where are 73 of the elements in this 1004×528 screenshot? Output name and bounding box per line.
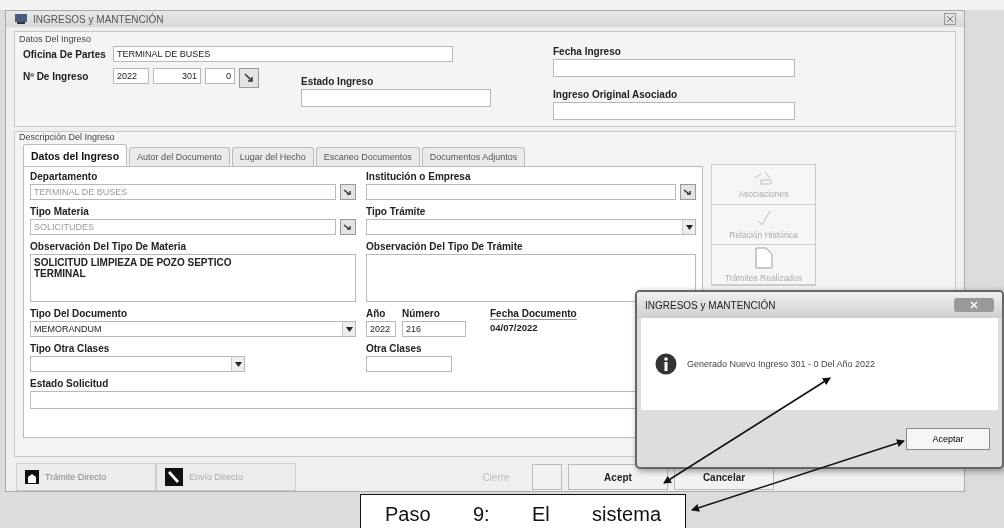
app-icon	[14, 13, 28, 25]
dialog-message: Generado Nuevo Ingreso 301 - 0 Del Año 2022	[687, 359, 876, 369]
arrow-icon	[243, 72, 255, 84]
arrow-icon	[343, 222, 353, 232]
field-label: Institución o Empresa	[366, 171, 472, 182]
field-label: Tipo Del Documento	[30, 308, 129, 319]
search-button[interactable]	[239, 68, 259, 88]
lookup-button[interactable]	[680, 184, 696, 200]
field-label: Ingreso Original Asociado	[553, 89, 679, 100]
arrow-icon	[343, 187, 353, 197]
dropdown-arrow-button[interactable]	[231, 357, 244, 371]
field-label: Observación Del Tipo De Trámite	[366, 241, 524, 252]
field-label: Oficina De Partes	[23, 48, 107, 60]
field-label: Departamento	[30, 171, 99, 182]
field-label: Observación Del Tipo De Materia	[30, 241, 187, 252]
house-icon	[25, 470, 39, 484]
text-field[interactable]: 2022	[366, 321, 396, 337]
dropdown-field[interactable]	[30, 356, 245, 372]
dialog-title: INGRESOS y MANTENCIÓN	[645, 299, 777, 311]
text-field[interactable]: 216	[402, 321, 466, 337]
callout-box: Paso 9: El sistema	[360, 494, 686, 528]
document-icon	[753, 246, 774, 270]
caret-icon	[345, 326, 353, 332]
text-area[interactable]	[366, 254, 696, 302]
tab[interactable]: Documentos Adjuntos	[421, 147, 526, 166]
dropdown-arrow-button[interactable]	[682, 220, 695, 234]
field-label: Estado Solicitud	[30, 378, 110, 389]
dropdown-arrow-button[interactable]	[342, 322, 355, 336]
close-button[interactable]	[954, 298, 994, 312]
group-title: Descripción Del Ingreso	[19, 132, 116, 142]
field-label: Número	[402, 308, 441, 319]
field-label: Otra Clases	[366, 343, 423, 354]
text-field[interactable]	[366, 356, 452, 372]
text-area[interactable]: SOLICITUD LIMPIEZA DE POZO SEPTICO TERMINAL	[30, 254, 356, 302]
caret-icon	[685, 224, 693, 230]
check-icon	[755, 209, 772, 227]
date-value: 04/07/2022	[490, 322, 539, 333]
field-label: Tipo Otra Clases	[30, 343, 111, 354]
text-field[interactable]	[366, 184, 677, 200]
dropdown-field[interactable]	[366, 219, 696, 235]
lookup-button[interactable]	[340, 219, 356, 235]
tab[interactable]: Lugar del Hecho	[231, 147, 314, 166]
pen-icon	[165, 468, 183, 486]
text-field[interactable]	[301, 89, 491, 107]
field-label: Estado Ingreso	[301, 76, 375, 87]
tab[interactable]: Autor del Documento	[129, 147, 230, 166]
tab[interactable]: Datos del Ingreso	[23, 144, 128, 166]
arrow-icon	[683, 187, 694, 197]
field-label: Fecha Documento	[490, 308, 577, 320]
text-field[interactable]: TERMINAL DE BUSES	[113, 46, 453, 62]
field-label: Fecha Ingreso	[553, 46, 622, 57]
window-title: INGRESOS y MANTENCIÓN	[33, 13, 164, 25]
field-label: Tipo Materia	[30, 206, 90, 217]
ok-button[interactable]: Aceptar	[906, 427, 990, 450]
number-field[interactable]: 2022	[113, 68, 149, 84]
group-title: Datos Del Ingreso	[19, 34, 93, 44]
text-field[interactable]	[553, 59, 795, 77]
info-icon	[655, 353, 677, 375]
close-icon	[970, 301, 978, 309]
field-label: Tipo Trámite	[366, 206, 427, 217]
action-button[interactable]: Acept	[568, 464, 668, 490]
tab[interactable]: Escaneo Documentos	[315, 147, 420, 166]
close-icon[interactable]	[944, 13, 956, 25]
field-label: Año	[366, 308, 387, 319]
action-button[interactable]	[532, 464, 562, 490]
caret-icon	[234, 361, 242, 367]
field-label: Nº De Ingreso	[23, 71, 90, 82]
dropdown-field[interactable]: MEMORANDUM	[30, 321, 356, 337]
number-field[interactable]: 301	[153, 68, 201, 84]
link-icon	[752, 170, 775, 186]
lookup-button[interactable]	[340, 184, 356, 200]
text-field[interactable]	[553, 102, 795, 120]
number-field[interactable]: 0	[205, 68, 235, 84]
